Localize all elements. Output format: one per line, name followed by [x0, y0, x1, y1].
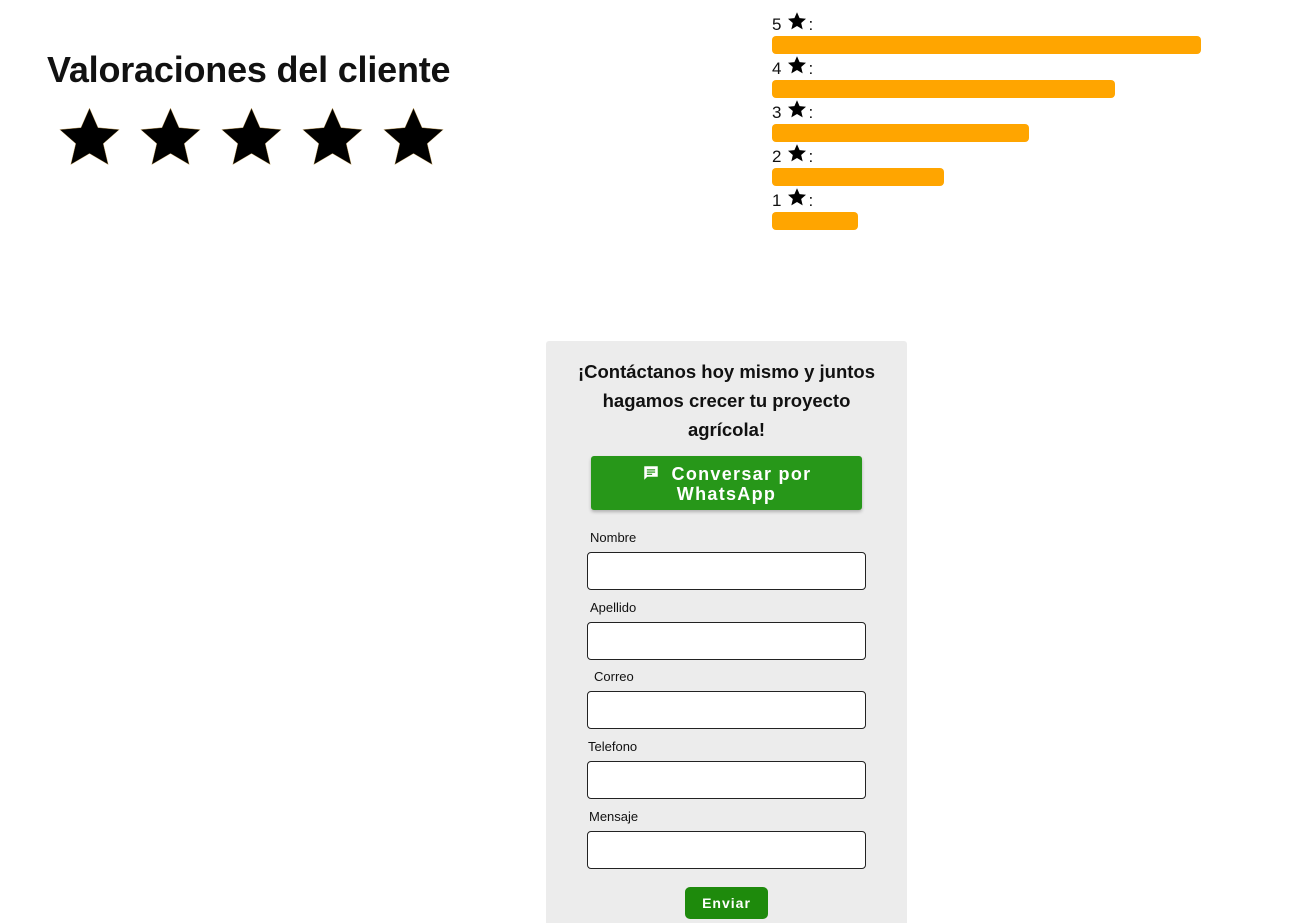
star-icon [302, 107, 363, 165]
telefono-label: Telefono [588, 739, 638, 754]
star-icon [788, 12, 807, 30]
distribution-bar [772, 212, 858, 230]
distribution-track [772, 36, 1201, 54]
distribution-row-4: 4 : [772, 55, 1212, 99]
star-count: 5 [772, 15, 782, 34]
distribution-row-3: 3 : [772, 99, 1212, 143]
star-icon [383, 107, 444, 165]
distribution-track [772, 168, 1201, 186]
star-icon [788, 100, 807, 118]
apellido-label: Apellido [590, 600, 637, 615]
distribution-bar [772, 80, 1116, 98]
distribution-label: 2 : [772, 143, 813, 167]
star-icon [221, 107, 282, 165]
distribution-track [772, 80, 1201, 98]
correo-input[interactable] [587, 691, 866, 729]
ratings-title: Valoraciones del cliente [47, 49, 451, 90]
star-icon [788, 56, 807, 74]
correo-label: Correo [594, 669, 634, 684]
mensaje-input[interactable] [587, 831, 866, 869]
distribution-row-2: 2 : [772, 143, 1212, 187]
distribution-bar [772, 36, 1201, 54]
label-colon: : [808, 103, 814, 122]
distribution-label: 3 : [772, 99, 813, 123]
telefono-input[interactable] [587, 761, 866, 799]
star-count: 4 [772, 59, 782, 78]
telefono-field: Telefono [587, 739, 866, 799]
distribution-row-5: 5 : [772, 11, 1212, 55]
nombre-field: Nombre [587, 530, 866, 590]
distribution-label: 1 : [772, 187, 813, 211]
star-icon [140, 107, 201, 165]
distribution-track [772, 124, 1201, 142]
nombre-input[interactable] [587, 552, 866, 590]
distribution-label: 4 : [772, 55, 813, 79]
nombre-label: Nombre [590, 530, 637, 545]
mensaje-label: Mensaje [589, 809, 639, 824]
apellido-field: Apellido [587, 600, 866, 660]
label-colon: : [808, 147, 814, 166]
distribution-row-1: 1 : [772, 187, 1212, 231]
chat-icon [643, 466, 658, 480]
whatsapp-button-label: Conversar por WhatsApp [671, 464, 812, 504]
star-count: 1 [772, 191, 782, 210]
distribution-bar [772, 168, 944, 186]
average-stars [55, 104, 450, 170]
label-colon: : [808, 15, 814, 34]
star-icon [788, 144, 807, 162]
correo-field: Correo [587, 669, 866, 729]
star-count: 2 [772, 147, 782, 166]
contact-card: ¡Contáctanos hoy mismo y juntos hagamos … [546, 341, 907, 923]
ratings-summary: Valoraciones del cliente [47, 48, 451, 170]
submit-button[interactable]: Enviar [685, 887, 768, 919]
whatsapp-button[interactable]: Conversar por WhatsApp [591, 456, 862, 510]
label-colon: : [808, 191, 814, 210]
mensaje-field: Mensaje [587, 809, 866, 869]
apellido-input[interactable] [587, 622, 866, 660]
star-icon [59, 107, 120, 165]
distribution-track [772, 212, 1201, 230]
distribution-label: 5 : [772, 11, 813, 35]
star-icon [788, 188, 807, 206]
contact-heading: ¡Contáctanos hoy mismo y juntos hagamos … [577, 361, 876, 440]
distribution-bar [772, 124, 1030, 142]
rating-distribution: 5 : 4 : 3 : 2 : 1: [772, 11, 1212, 231]
star-count: 3 [772, 103, 782, 122]
label-colon: : [808, 59, 814, 78]
